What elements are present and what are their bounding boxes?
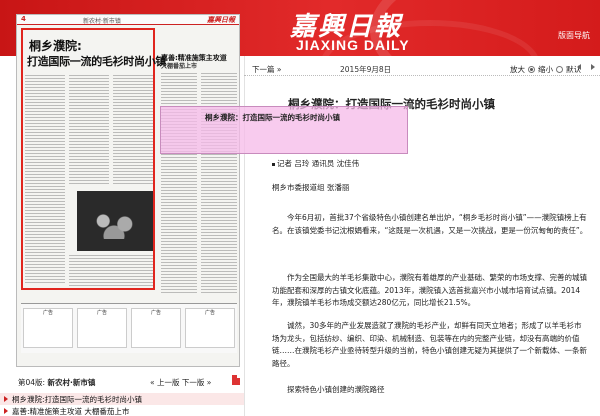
- paper-side-subhead: 大棚番茄上市: [161, 63, 198, 70]
- paper-section-name: 新农村·新市镇: [83, 18, 121, 25]
- paper-headline-line1: 桐乡濮院:: [29, 39, 82, 53]
- paper-page-header: 4 新农村·新市镇 嘉興日報: [17, 15, 239, 25]
- list-item[interactable]: 嘉善:精准施策主攻道 大棚番茄上市: [0, 405, 244, 416]
- arrow-right-icon: [4, 396, 8, 402]
- article-nav-arrows: [577, 64, 595, 70]
- paper-ad-cell: 广告: [185, 308, 235, 348]
- zoom-out-radio[interactable]: [556, 66, 563, 73]
- newspaper-page-image[interactable]: 4 新农村·新市镇 嘉興日報 桐乡濮院: 打造国际一流的毛衫时尚小镇 嘉善:精准…: [16, 14, 240, 367]
- article-list: 桐乡濮院:打造国际一流的毛衫时尚小镇 嘉善:精准施策主攻道 大棚番茄上市: [0, 393, 244, 416]
- next-article-link[interactable]: 下一篇 »: [252, 64, 281, 75]
- zoom-controls: 放大 缩小 默认: [510, 64, 581, 75]
- list-item-title: 桐乡濮院:打造国际一流的毛衫时尚小镇: [12, 394, 143, 404]
- list-item-title: 嘉善:精准施策主攻道 大棚番茄上市: [12, 406, 130, 416]
- arrow-left-icon[interactable]: [577, 64, 581, 70]
- paper-headline-line2: 打造国际一流的毛衫时尚小镇: [27, 55, 167, 68]
- list-item[interactable]: 桐乡濮院:打造国际一流的毛衫时尚小镇: [0, 393, 244, 405]
- pdf-icon[interactable]: [232, 375, 240, 385]
- paper-text-column: [25, 75, 65, 285]
- paper-photo: [77, 191, 153, 251]
- page-nav: « 上一版 下一版 »: [150, 377, 211, 388]
- paper-ad-cell: 广告: [131, 308, 181, 348]
- prev-page-link[interactable]: « 上一版: [150, 378, 179, 387]
- article-paragraph: 今年6月初，首批37个省级特色小镇创建名单出炉，“桐乡毛衫时尚小镇”——濮院镇榜…: [272, 213, 588, 235]
- article-photo-credit: 桐乡市委报道组 张潘丽: [272, 183, 350, 192]
- zoom-in-label: 放大: [510, 65, 525, 74]
- paper-text-column: [69, 75, 109, 185]
- paper-text-column: [69, 255, 153, 287]
- page-name: 新农村·新市镇: [47, 378, 96, 387]
- paper-text-column: [113, 75, 153, 185]
- popup-title: 桐乡濮院：打造国际一流的毛衫时尚小镇: [205, 113, 340, 122]
- zoom-out-label: 缩小: [538, 65, 553, 74]
- zoom-in-radio[interactable]: [528, 66, 535, 73]
- current-page-info: 第04版: 新农村·新市镇: [18, 377, 95, 388]
- paper-ad-cell: 广告: [77, 308, 127, 348]
- issue-date: 2015年9月8日: [340, 65, 392, 74]
- article-toolbar: 下一篇 » 2015年9月8日 放大 缩小 默认: [244, 60, 600, 76]
- page-navigation-link[interactable]: 版面导航: [558, 30, 590, 41]
- arrow-right-icon: [4, 408, 8, 414]
- arrow-right-icon[interactable]: [591, 64, 595, 70]
- paper-ad-cell: 广告: [23, 308, 73, 348]
- next-page-link[interactable]: 下一版 »: [182, 378, 211, 387]
- article-paragraph: 作为全国最大的羊毛衫集散中心，濮院有着雄厚的产业基础、繁荣的市场支撑、完善的城镇…: [272, 273, 587, 307]
- paper-page-number: 4: [21, 15, 26, 23]
- page-label: 第04版:: [18, 378, 46, 387]
- paper-masthead: 嘉興日報: [207, 16, 235, 24]
- site-logo-english: JIAXING DAILY: [296, 37, 410, 53]
- article-paragraph: 探索特色小镇创建的濮院路径: [287, 385, 385, 394]
- article-paragraph: 诚然，30多年的产业发展造就了濮院的毛衫产业，却鲜有同天立地者；形成了以羊毛衫市…: [272, 321, 587, 368]
- article-hover-popup[interactable]: 桐乡濮院：打造国际一流的毛衫时尚小镇: [160, 106, 408, 154]
- article-author: 记者 吕玲 通讯员 沈佳伟: [272, 158, 359, 169]
- paper-ad-row: 广告 广告 广告 广告: [21, 303, 237, 353]
